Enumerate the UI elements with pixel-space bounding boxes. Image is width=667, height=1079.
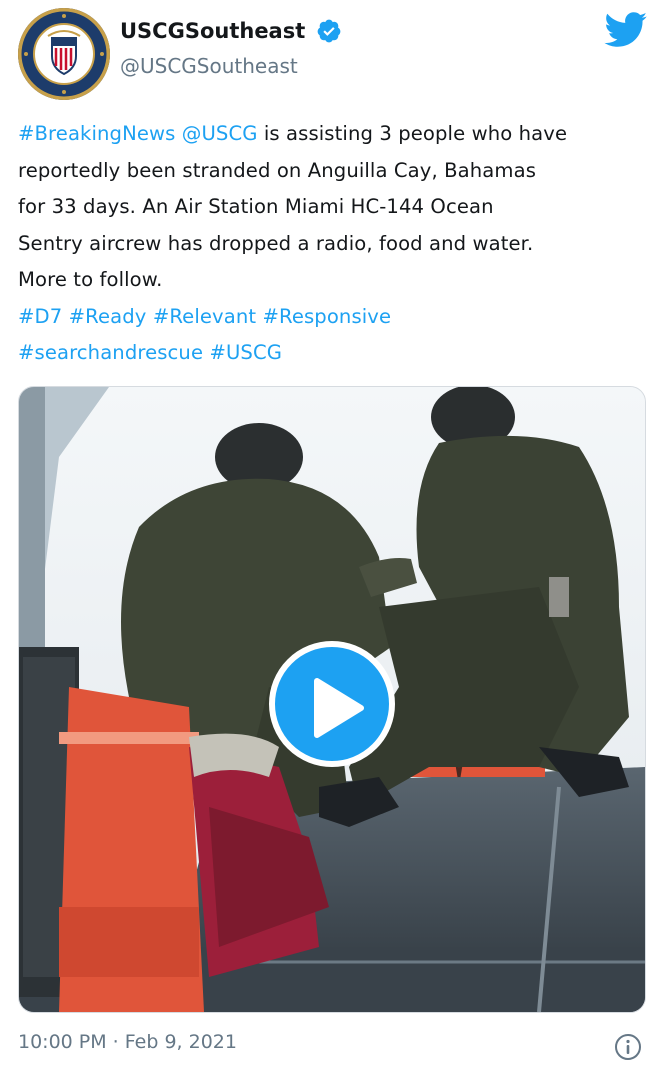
tweet-text-line: Sentry aircrew has dropped a radio, food… xyxy=(18,226,648,263)
hashtag-link[interactable]: #Ready xyxy=(69,305,147,328)
tweet-text-line: #BreakingNews @USCG is assisting 3 peopl… xyxy=(18,116,648,153)
play-icon xyxy=(314,678,364,738)
account-handle[interactable]: @USCGSoutheast xyxy=(120,54,342,78)
tweet-text-segment: reportedly been stranded on Anguilla Cay… xyxy=(18,158,537,182)
video-player[interactable] xyxy=(18,386,646,1013)
mention-link[interactable]: @USCG xyxy=(182,122,258,145)
tweet-text-segment: Sentry aircrew has dropped a radio, food… xyxy=(18,231,534,255)
tweet-text-segment: for 33 days. An Air Station Miami HC-144… xyxy=(18,195,494,218)
avatar[interactable] xyxy=(18,8,110,100)
hashtag-link[interactable]: #USCG xyxy=(209,341,282,364)
hashtag-link[interactable]: #D7 xyxy=(18,305,62,328)
twitter-bird-icon[interactable] xyxy=(604,12,648,48)
tweet-text-line: #searchandrescue #USCG xyxy=(18,335,648,372)
tweet-text: #BreakingNews @USCG is assisting 3 peopl… xyxy=(18,116,648,372)
tweet-text-segment: is assisting 3 people who have xyxy=(257,122,568,145)
name-block: USCGSoutheast @USCGSoutheast xyxy=(120,18,342,78)
hashtag-link[interactable]: #Relevant xyxy=(153,305,256,328)
hashtag-link[interactable]: #Responsive xyxy=(262,305,391,328)
tweet-text-line: More to follow. xyxy=(18,262,648,299)
hashtag-link[interactable]: #BreakingNews xyxy=(18,122,175,145)
display-name[interactable]: USCGSoutheast xyxy=(120,19,305,43)
coast-guard-seal-icon xyxy=(18,8,110,100)
tweet-card: USCGSoutheast @USCGSoutheast #BreakingNe… xyxy=(0,0,667,1079)
play-button[interactable] xyxy=(269,641,395,767)
hashtag-link[interactable]: #searchandrescue xyxy=(18,341,203,364)
tweet-text-line: reportedly been stranded on Anguilla Cay… xyxy=(18,153,648,190)
tweet-text-line: for 33 days. An Air Station Miami HC-144… xyxy=(18,189,648,226)
info-icon[interactable] xyxy=(614,1033,642,1061)
verified-badge-icon xyxy=(316,18,342,44)
tweet-timestamp[interactable]: 10:00 PM · Feb 9, 2021 xyxy=(18,1031,237,1053)
tweet-text-line: #D7 #Ready #Relevant #Responsive xyxy=(18,299,648,336)
tweet-text-segment: More to follow. xyxy=(18,268,163,291)
tweet-header: USCGSoutheast @USCGSoutheast xyxy=(18,8,648,100)
